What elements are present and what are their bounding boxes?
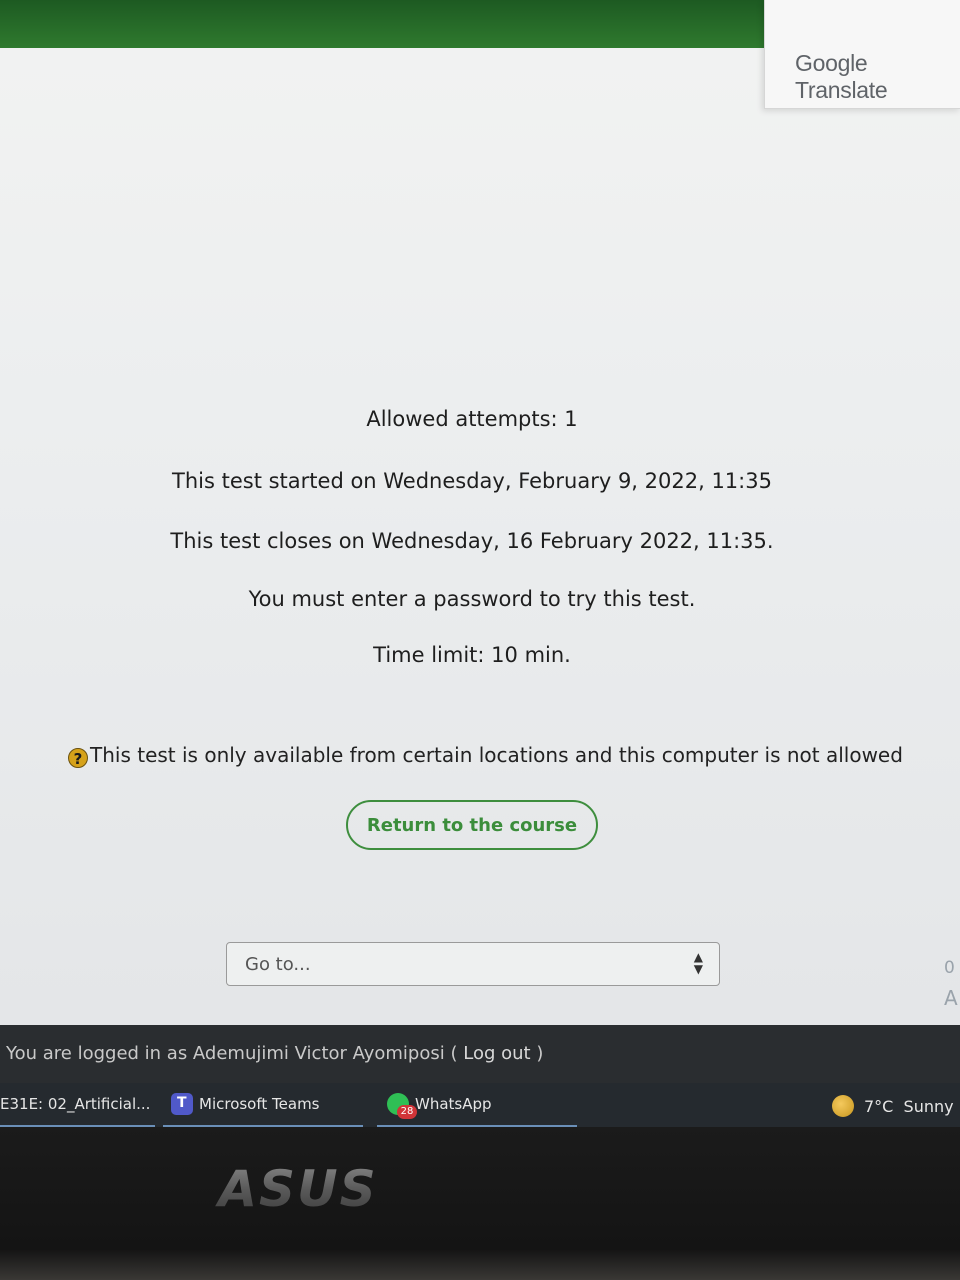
test-close-date: This test closes on Wednesday, 16 Februa… [170, 529, 774, 553]
weather-temp: 7°C [864, 1097, 894, 1116]
edge-text-1: 0 [944, 958, 955, 978]
taskbar-item-teams[interactable]: Microsoft Teams [163, 1083, 363, 1127]
location-warning-text: This test is only available from certain… [90, 743, 903, 767]
google-translate-title: Google Translate [795, 50, 888, 103]
site-header-bar [0, 0, 770, 48]
taskbar-item-label: Microsoft Teams [199, 1095, 320, 1113]
location-warning: ? This test is only available from certai… [68, 743, 948, 768]
help-icon[interactable]: ? [68, 748, 88, 768]
logged-in-text: You are logged in as Ademujimi Victor Ay… [6, 1043, 445, 1064]
browser-viewport: Google Translate Allowed attempts: 1 Thi… [0, 0, 960, 1025]
edge-text-2: A [944, 986, 958, 1010]
laptop-bezel [0, 1127, 960, 1280]
test-start-date: This test started on Wednesday, February… [172, 469, 772, 493]
asus-logo-text: ASUS [214, 1164, 377, 1212]
taskbar: E31E: 02_Artificial... Microsoft Teams 2… [0, 1083, 960, 1127]
taskbar-item-label: E31E: 02_Artificial... [0, 1095, 151, 1113]
notification-badge: 28 [397, 1105, 417, 1119]
page-footer: You are logged in as Ademujimi Victor Ay… [0, 1025, 960, 1083]
login-info: You are logged in as Ademujimi Victor Ay… [6, 1043, 544, 1064]
teams-icon [171, 1093, 193, 1115]
time-limit: Time limit: 10 min. [373, 643, 571, 667]
logout-link[interactable]: Log out [463, 1043, 530, 1064]
google-translate-panel[interactable]: Google Translate [764, 0, 960, 109]
taskbar-item-whatsapp[interactable]: 28 WhatsApp [377, 1083, 577, 1127]
sun-icon [832, 1095, 854, 1117]
weather-widget[interactable]: 7°C Sunny [832, 1095, 954, 1117]
goto-select-value: Go to... [245, 954, 311, 975]
select-arrows-icon: ▲ ▼ [693, 950, 703, 976]
taskbar-item-browser[interactable]: E31E: 02_Artificial... [0, 1083, 155, 1127]
allowed-attempts: Allowed attempts: 1 [366, 407, 578, 431]
return-to-course-button[interactable]: Return to the course [346, 800, 598, 850]
password-notice: You must enter a password to try this te… [248, 587, 696, 611]
taskbar-item-label: WhatsApp [415, 1095, 492, 1113]
weather-condition: Sunny [903, 1097, 954, 1116]
goto-select[interactable]: Go to... ▲ ▼ [226, 942, 720, 986]
asus-logo: ASUS [214, 1164, 377, 1212]
whatsapp-icon: 28 [387, 1093, 417, 1119]
